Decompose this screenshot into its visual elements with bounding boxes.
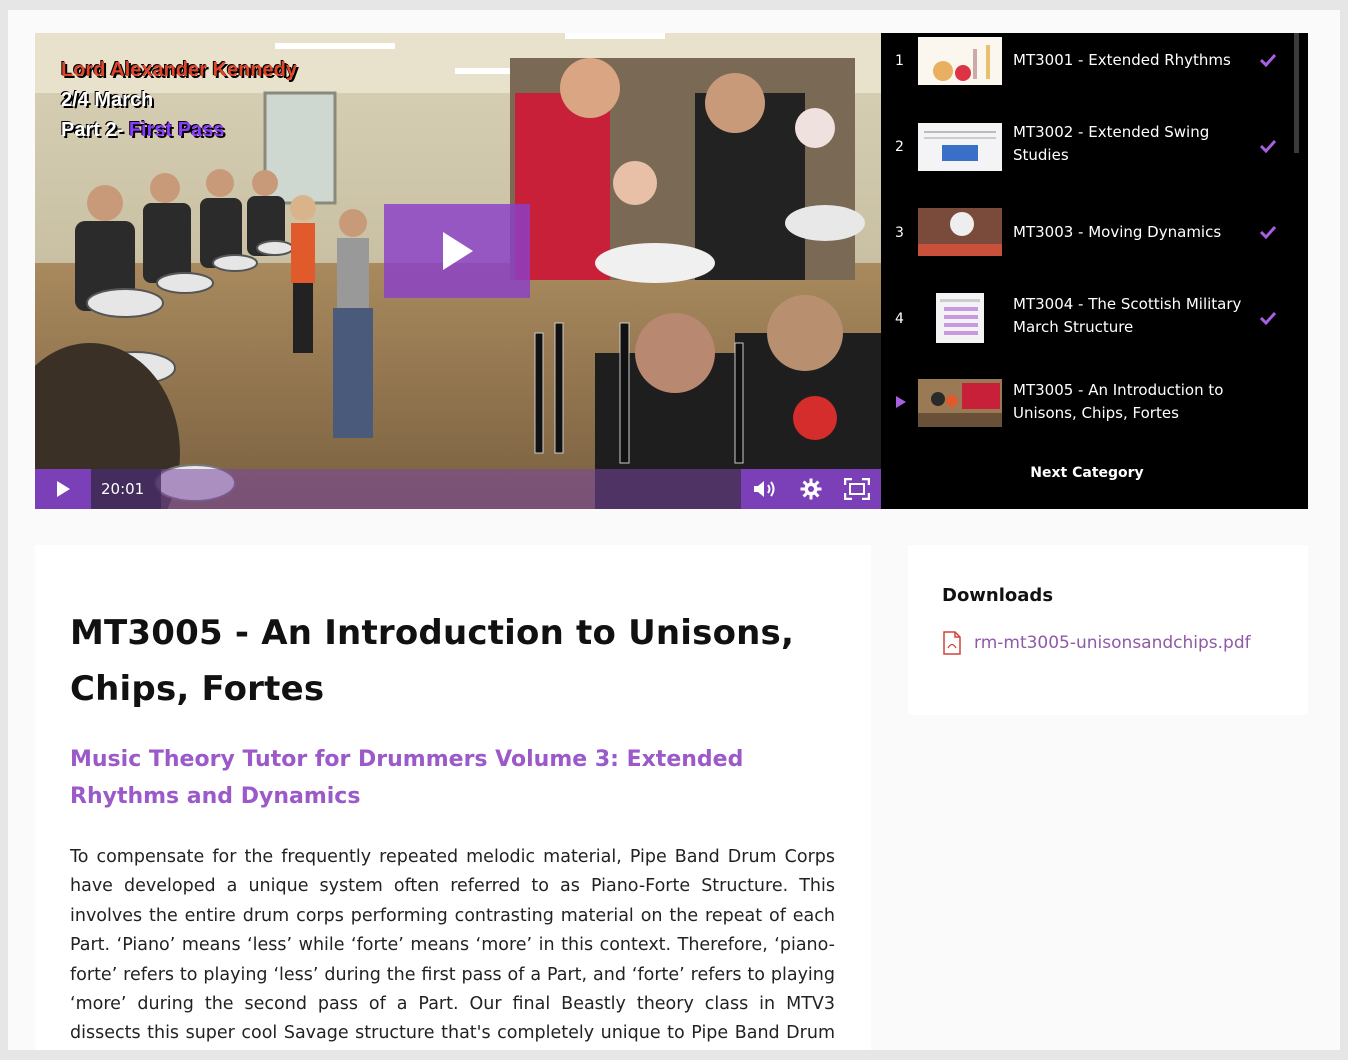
download-filename: rm-mt3005-unisonsandchips.pdf [974, 633, 1251, 653]
overlay-part-highlight: First Pass [128, 119, 225, 141]
lesson-playlist: 1 MT3001 - Extended Rhythms 2 MT3002 - E… [881, 33, 1308, 509]
lesson-title: MT3005 - An Introduction to Unisons, Chi… [70, 613, 795, 709]
playlist-item-title: MT3002 - Extended Swing Studies [1013, 123, 1210, 164]
playlist-item-number: 4 [895, 311, 904, 327]
downloads-heading: Downloads [942, 585, 1054, 606]
playlist-item[interactable]: 4 MT3004 - The Scottish Military March S… [881, 291, 1308, 349]
checkmark-icon [1259, 139, 1277, 153]
video-controls: 20:01 [35, 469, 881, 509]
lesson-description: To compensate for the frequently repeate… [70, 847, 835, 1044]
playlist-item-title: MT3001 - Extended Rhythms [1013, 51, 1231, 69]
big-play-button[interactable] [384, 204, 530, 298]
playlist-thumbnail [918, 208, 1002, 256]
video-time: 20:01 [91, 469, 161, 509]
course-subtitle: Music Theory Tutor for Drummers Volume 3… [70, 747, 744, 809]
playlist-item-title: MT3003 - Moving Dynamics [1013, 223, 1222, 241]
next-category-button[interactable]: Next Category [881, 465, 1293, 481]
playlist-item-number: 2 [895, 139, 904, 155]
playlist-thumbnail [918, 37, 1002, 85]
download-link[interactable]: rm-mt3005-unisonsandchips.pdf [942, 631, 1251, 655]
volume-button[interactable] [743, 469, 787, 509]
playlist-item-number: 1 [895, 53, 904, 69]
playlist-item-number: 3 [895, 225, 904, 241]
playlist-item[interactable]: 2 MT3002 - Extended Swing Studies [881, 119, 1308, 177]
playlist-item-title: MT3004 - The Scottish Military March Str… [1013, 295, 1242, 336]
checkmark-icon [1259, 53, 1277, 67]
playlist-item-active[interactable]: MT3005 - An Introduction to Unisons, Chi… [881, 377, 1308, 435]
checkmark-icon [1259, 225, 1277, 239]
overlay-subtitle: 2/4 March [61, 89, 154, 111]
checkmark-icon [1259, 311, 1277, 325]
play-icon [443, 232, 473, 270]
control-play-button[interactable] [35, 469, 91, 509]
playlist-thumbnail [918, 123, 1002, 171]
page-frame: Lord Alexander Kennedy 2/4 March Part 2-… [8, 10, 1340, 1050]
lesson-content-panel: MT3005 - An Introduction to Unisons, Chi… [35, 545, 871, 1050]
play-icon [57, 481, 70, 497]
playlist-thumbnail [936, 293, 984, 343]
now-playing-icon [896, 396, 906, 408]
pdf-file-icon [943, 631, 961, 655]
volume-icon [754, 481, 775, 497]
fullscreen-icon [844, 478, 870, 500]
settings-button[interactable] [789, 469, 833, 509]
video-player[interactable]: Lord Alexander Kennedy 2/4 March Part 2-… [35, 33, 881, 509]
overlay-part-prefix: Part 2- [61, 119, 129, 141]
playlist-thumbnail [918, 379, 1002, 427]
fullscreen-button[interactable] [835, 469, 879, 509]
playlist-item[interactable]: 1 MT3001 - Extended Rhythms [881, 33, 1308, 91]
overlay-part: Part 2- First Pass [61, 119, 224, 142]
downloads-panel: Downloads rm-mt3005-unisonsandchips.pdf [908, 545, 1308, 715]
playlist-item[interactable]: 3 MT3003 - Moving Dynamics [881, 205, 1308, 263]
control-right-group [741, 469, 881, 509]
playlist-item-title: MT3005 - An Introduction to Unisons, Chi… [1013, 381, 1224, 422]
overlay-title: Lord Alexander Kennedy [61, 59, 297, 81]
gear-icon [800, 478, 822, 500]
